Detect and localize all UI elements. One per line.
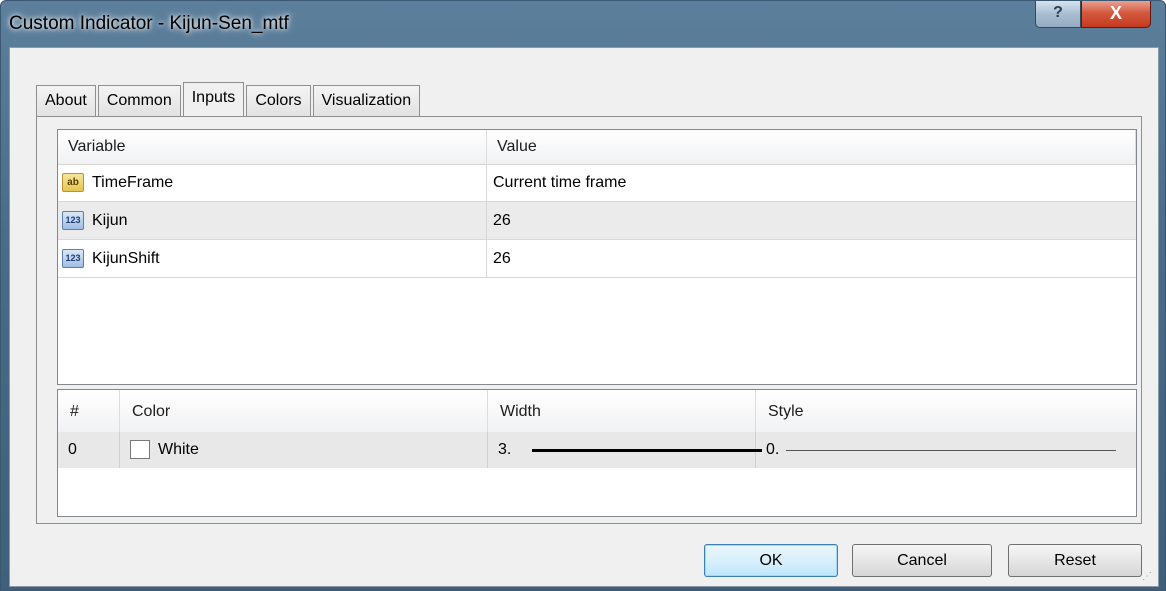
cancel-button[interactable]: Cancel <box>852 544 992 577</box>
variable-name: KijunShift <box>92 250 160 267</box>
table-row[interactable]: 123 KijunShift 26 <box>58 240 1136 278</box>
style-width-cell[interactable]: 3. <box>488 432 762 468</box>
table-row[interactable]: 123 Kijun 26 <box>58 202 1136 240</box>
help-button[interactable]: ? <box>1035 1 1081 28</box>
tab-colors[interactable]: Colors <box>246 85 311 116</box>
column-header-value[interactable]: Value <box>487 130 1136 164</box>
tab-visualization[interactable]: Visualization <box>312 85 421 116</box>
number-123-icon: 123 <box>62 249 84 268</box>
caption-buttons: ? X <box>1035 1 1151 28</box>
reset-button[interactable]: Reset <box>1008 544 1142 577</box>
tab-about[interactable]: About <box>36 85 96 116</box>
tab-common[interactable]: Common <box>97 85 181 116</box>
style-style-cell[interactable]: 0. <box>756 432 1136 468</box>
tab-strip: About Common Inputs Colors Visualization <box>36 82 422 117</box>
table-row[interactable]: ab TimeFrame Current time frame <box>58 164 1136 202</box>
window-title: Custom Indicator - Kijun-Sen_mtf <box>9 13 289 34</box>
variable-value[interactable]: Current time frame <box>493 164 626 201</box>
variable-name: Kijun <box>92 212 128 229</box>
column-divider <box>486 240 487 277</box>
title-bar[interactable]: Custom Indicator - Kijun-Sen_mtf ? X <box>1 1 1165 47</box>
variable-name: TimeFrame <box>92 174 174 191</box>
column-divider <box>486 202 487 239</box>
column-header-width[interactable]: Width <box>488 390 756 432</box>
style-index: 0 <box>58 432 120 468</box>
column-header-color[interactable]: Color <box>120 390 488 432</box>
inputs-table: Variable Value ab TimeFrame Current time… <box>57 129 1137 385</box>
close-button[interactable]: X <box>1081 1 1151 28</box>
number-123-icon: 123 <box>62 211 84 230</box>
styles-table: # Color Width Style 0 White 3. 0. <box>57 389 1137 517</box>
ok-button[interactable]: OK <box>704 544 838 577</box>
inputs-table-header: Variable Value <box>58 130 1136 165</box>
column-header-index[interactable]: # <box>58 390 120 432</box>
string-ab-icon: ab <box>62 173 84 192</box>
color-swatch <box>130 440 150 459</box>
style-color-cell[interactable]: White <box>120 432 488 468</box>
column-divider <box>486 164 487 201</box>
color-name: White <box>158 441 199 458</box>
variable-value[interactable]: 26 <box>493 202 511 239</box>
styles-table-header: # Color Width Style <box>58 390 1136 433</box>
style-line-preview <box>786 450 1116 451</box>
inputs-tab-panel: Variable Value ab TimeFrame Current time… <box>36 116 1142 524</box>
tab-inputs[interactable]: Inputs <box>182 82 245 117</box>
width-line-preview <box>532 449 762 452</box>
variable-value[interactable]: 26 <box>493 240 511 277</box>
style-value: 0. <box>766 441 780 458</box>
style-row[interactable]: 0 White 3. 0. <box>58 432 1136 468</box>
width-value: 3. <box>498 441 512 458</box>
dialog-client-area: About Common Inputs Colors Visualization… <box>9 47 1159 587</box>
column-header-style[interactable]: Style <box>756 390 1136 432</box>
column-header-variable[interactable]: Variable <box>58 130 487 164</box>
dialog-window: Custom Indicator - Kijun-Sen_mtf ? X Abo… <box>0 0 1166 591</box>
resize-grip-icon[interactable]: ⋰ <box>1142 571 1154 583</box>
